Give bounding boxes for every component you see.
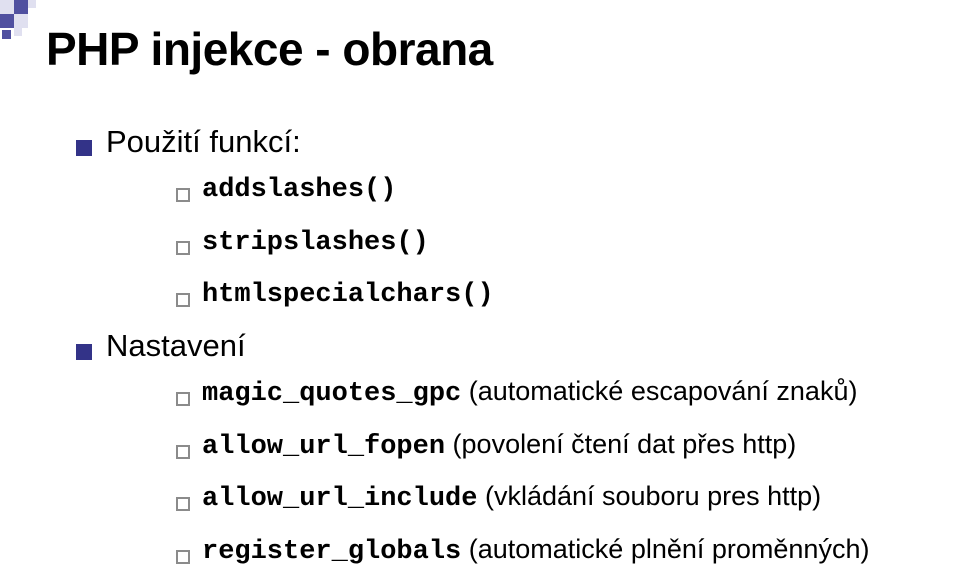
hollow-square-icon xyxy=(176,293,190,307)
note-text: (automatické escapování znaků) xyxy=(461,376,857,406)
code-text: magic_quotes_gpc xyxy=(202,379,461,409)
note-text: (automatické plnění proměnných) xyxy=(461,534,869,564)
hollow-square-icon xyxy=(176,550,190,564)
list-item: allow_url_include (vkládání souboru pres… xyxy=(176,479,924,518)
hollow-square-icon xyxy=(176,445,190,459)
list-item: register_globals (automatické plnění pro… xyxy=(176,532,924,570)
list-item: allow_url_fopen (povolení čtení dat přes… xyxy=(176,427,924,466)
note-text: (vkládání souboru pres http) xyxy=(477,481,821,511)
hollow-square-icon xyxy=(176,241,190,255)
code-text: allow_url_include xyxy=(202,484,477,514)
code-text: addslashes() xyxy=(202,175,396,205)
code-text: htmlspecialchars() xyxy=(202,280,494,310)
code-text: register_globals xyxy=(202,537,461,567)
list-item: addslashes() xyxy=(176,170,924,209)
slide-title: PHP injekce - obrana xyxy=(46,22,924,76)
section-settings: Nastavení magic_quotes_gpc (automatické … xyxy=(76,328,924,570)
section-label: Nastavení xyxy=(106,328,246,364)
corner-decoration xyxy=(0,0,70,60)
section-label: Použití funkcí: xyxy=(106,124,301,160)
section-functions: Použití funkcí: addslashes() stripslashe… xyxy=(76,124,924,314)
code-text: stripslashes() xyxy=(202,228,429,258)
hollow-square-icon xyxy=(176,392,190,406)
list-item: htmlspecialchars() xyxy=(176,275,924,314)
list-item: stripslashes() xyxy=(176,223,924,262)
square-bullet-icon xyxy=(76,344,92,360)
code-text: allow_url_fopen xyxy=(202,432,445,462)
note-text: (povolení čtení dat přes http) xyxy=(445,429,796,459)
hollow-square-icon xyxy=(176,497,190,511)
square-bullet-icon xyxy=(76,140,92,156)
list-item: magic_quotes_gpc (automatické escapování… xyxy=(176,374,924,413)
hollow-square-icon xyxy=(176,188,190,202)
